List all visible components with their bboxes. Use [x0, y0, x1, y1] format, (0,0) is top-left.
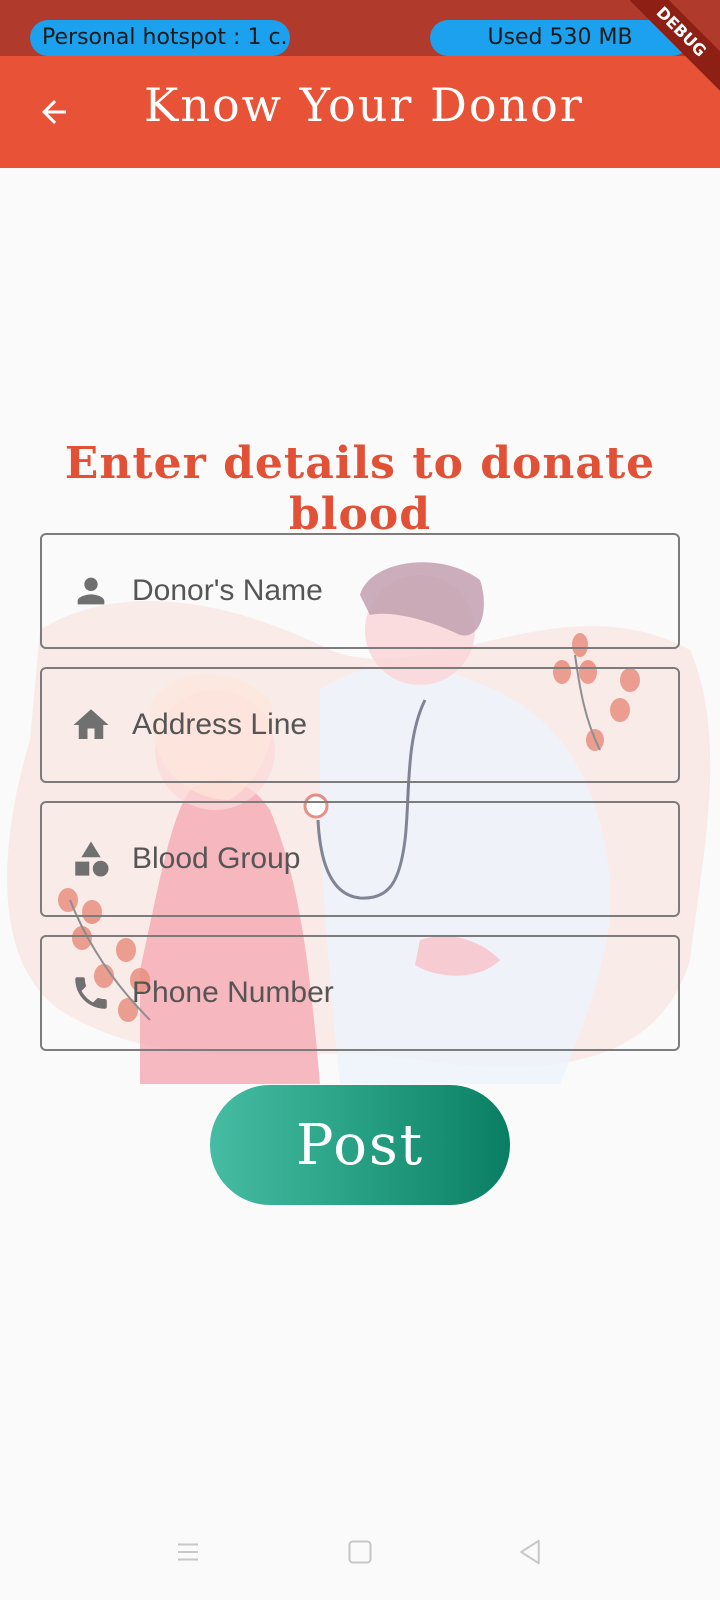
status-bar: Personal hotspot : 1 c... Used 530 MB	[0, 0, 720, 56]
phone-number-field[interactable]: Phone Number	[40, 935, 680, 1051]
home-icon	[64, 698, 118, 752]
hotspot-pill[interactable]: Personal hotspot : 1 c...	[30, 20, 290, 56]
form-heading: Enter details to donate blood	[64, 438, 656, 540]
debug-label: DEBUG	[630, 0, 720, 95]
back-nav-button[interactable]	[508, 1530, 552, 1574]
recent-apps-button[interactable]	[166, 1530, 210, 1574]
post-button[interactable]: Post	[210, 1085, 510, 1205]
donor-name-field[interactable]: Donor's Name	[40, 533, 680, 649]
back-triangle-icon	[520, 1539, 540, 1565]
category-icon	[64, 832, 118, 886]
phone-number-label: Phone Number	[132, 976, 334, 1009]
home-button[interactable]	[338, 1530, 382, 1574]
debug-banner: DEBUG	[630, 0, 720, 120]
donor-name-label: Donor's Name	[132, 574, 323, 607]
app-title: Know Your Donor	[144, 78, 584, 132]
address-label: Address Line	[132, 708, 308, 741]
system-nav-bar	[0, 1500, 720, 1600]
address-field[interactable]: Address Line	[40, 667, 680, 783]
app-bar: Know Your Donor	[0, 56, 720, 168]
phone-icon	[64, 966, 118, 1020]
menu-icon	[178, 1543, 198, 1561]
home-square-icon	[348, 1540, 372, 1564]
arrow-back-icon	[42, 100, 66, 124]
blood-group-label: Blood Group	[132, 842, 301, 875]
person-icon	[64, 564, 118, 618]
back-button[interactable]	[26, 84, 82, 140]
blood-group-field[interactable]: Blood Group	[40, 801, 680, 917]
